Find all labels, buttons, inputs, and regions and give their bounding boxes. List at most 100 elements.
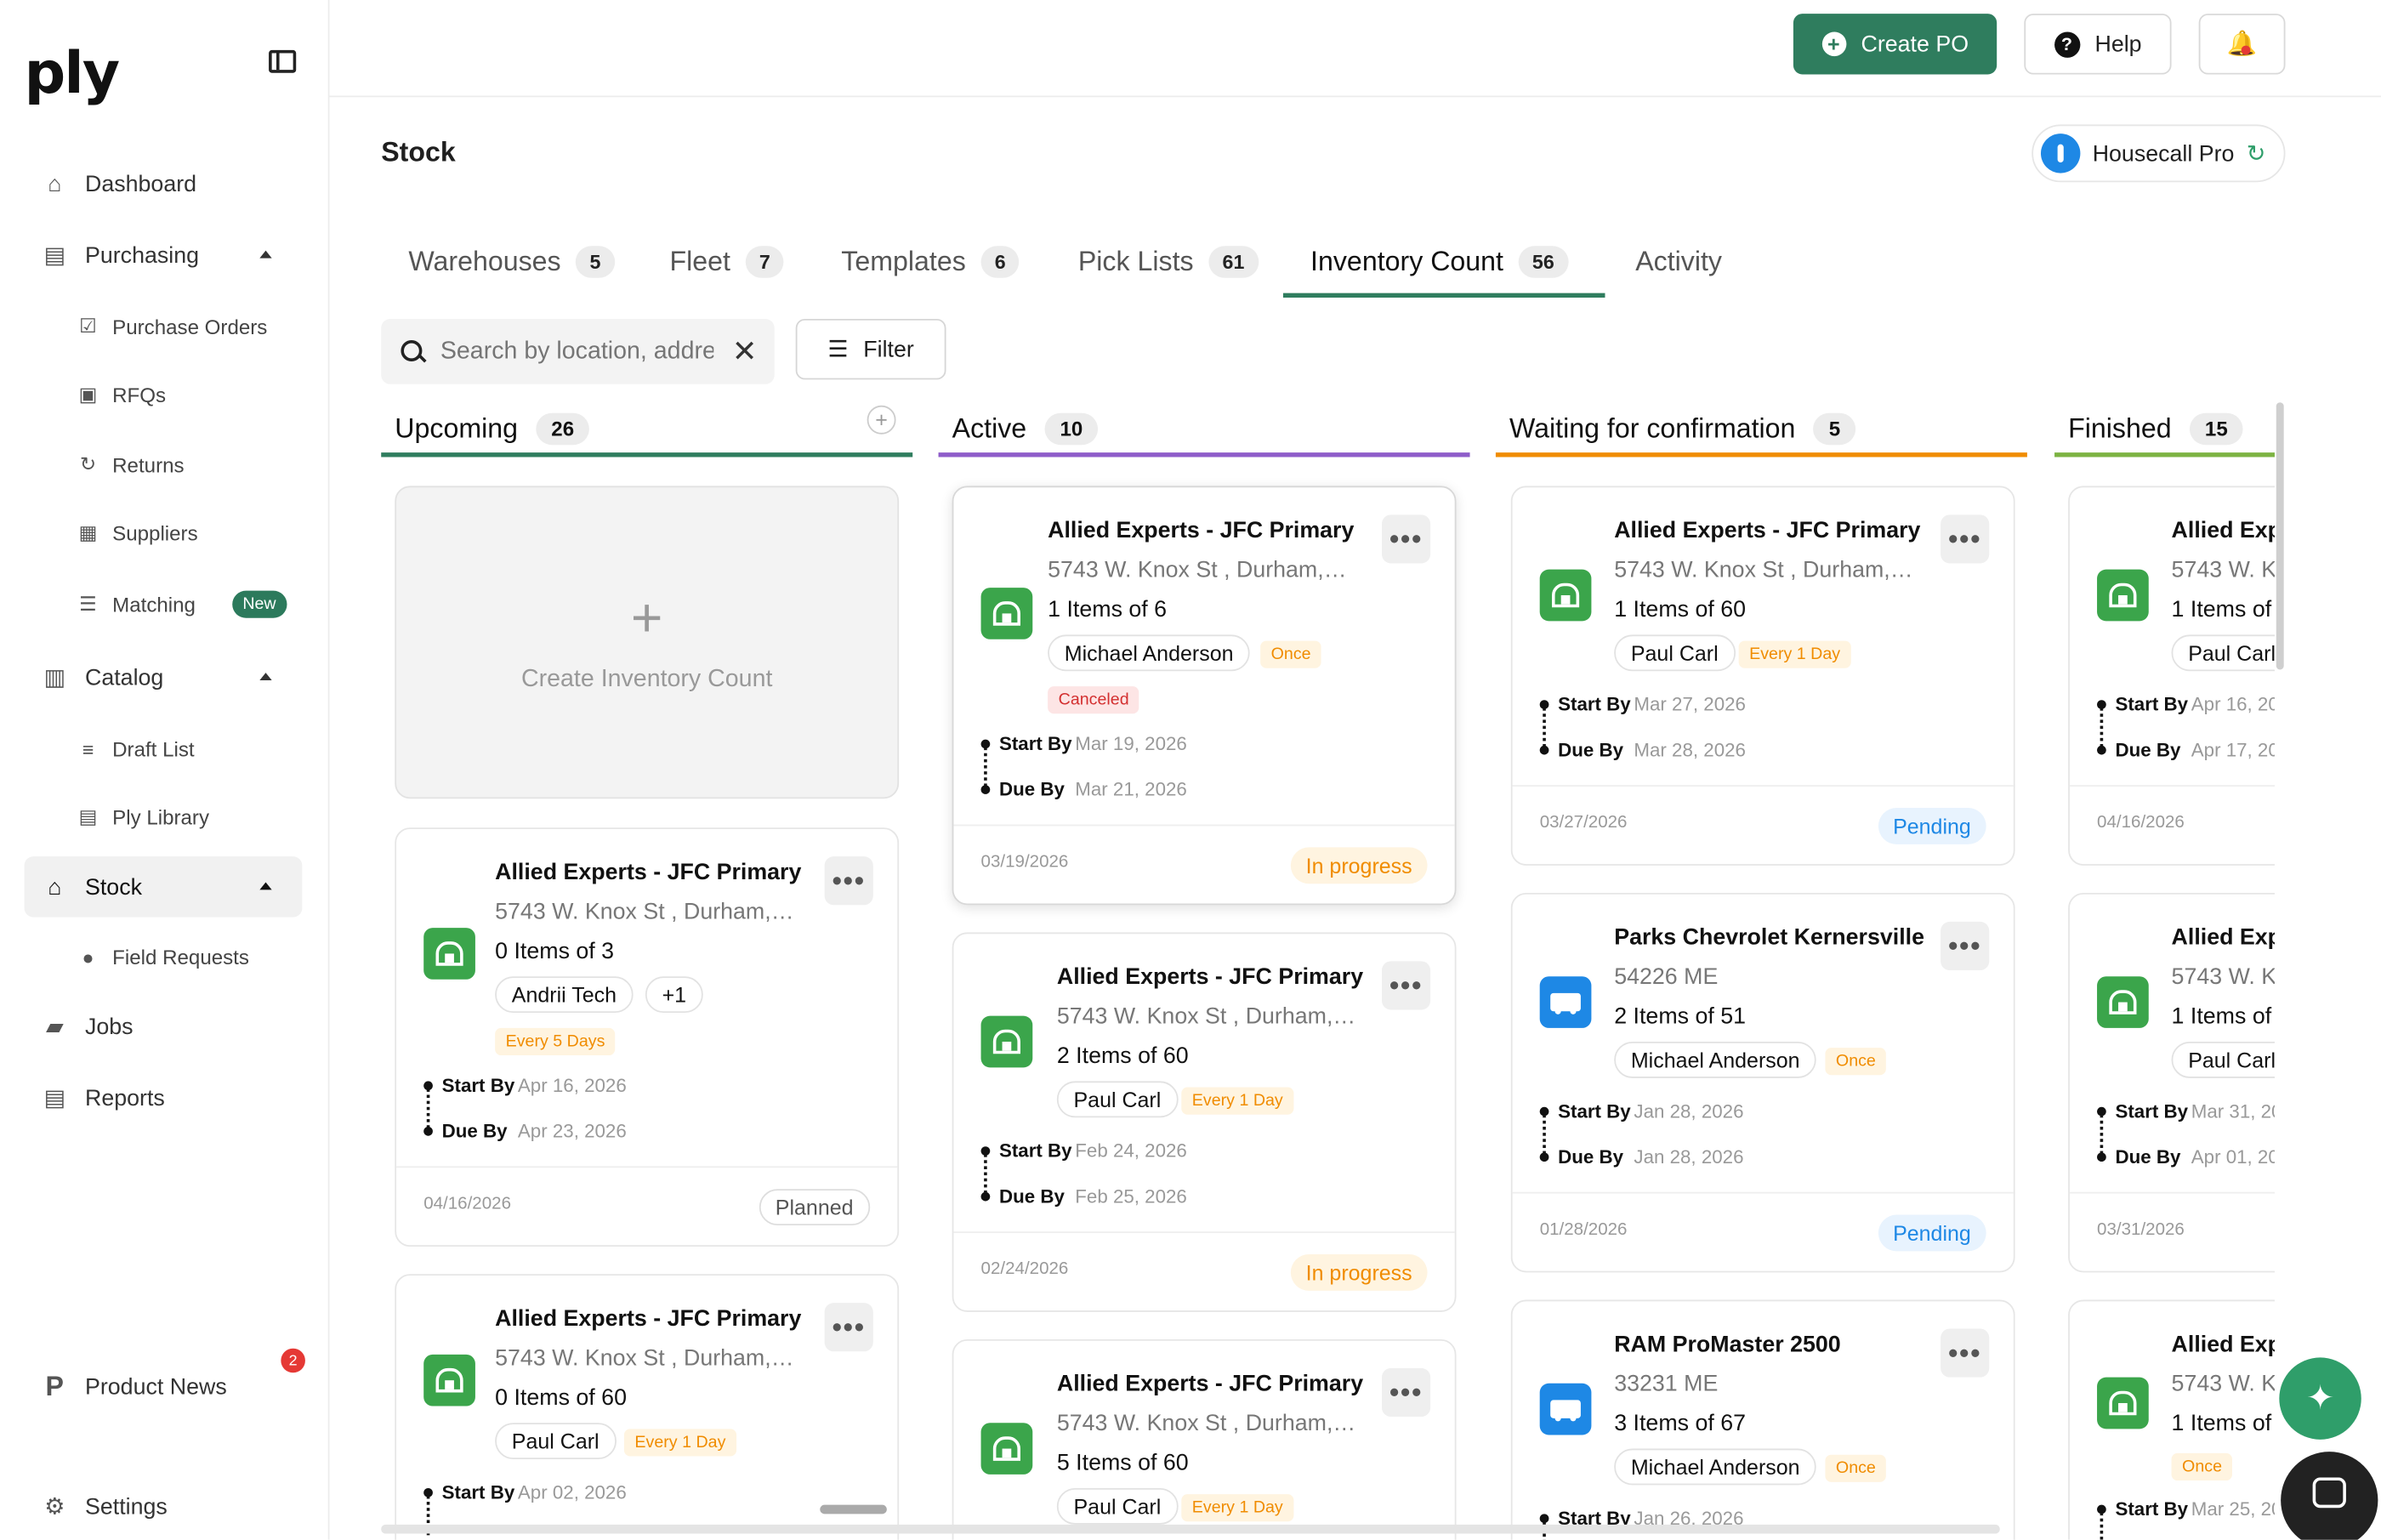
chat-icon: [2312, 1477, 2346, 1509]
sidebar-item-field-requests[interactable]: ● Field Requests: [76, 926, 304, 986]
sidebar-item-returns[interactable]: ↻ Returns: [76, 435, 304, 495]
sidebar-item-ply-library[interactable]: ▤ Ply Library: [76, 787, 304, 847]
briefcase-icon: ▰: [45, 1014, 64, 1041]
frequency-tag: Every 1 Day: [1181, 1494, 1294, 1522]
column-scroll-thumb[interactable]: [820, 1504, 887, 1514]
ai-assistant-button[interactable]: ✦: [2279, 1357, 2361, 1440]
tab-templates[interactable]: Templates 6: [841, 224, 1020, 298]
status-badge: In progress: [1290, 1253, 1428, 1291]
clear-icon[interactable]: ✕: [732, 332, 758, 371]
warehouse-icon: ⌂: [48, 873, 62, 901]
sidebar-item-product-news[interactable]: P Product News: [25, 1356, 303, 1417]
search-input[interactable]: [440, 338, 714, 366]
notification-count-badge: 2: [281, 1348, 305, 1373]
filter-button[interactable]: ☰ Filter: [795, 318, 946, 380]
date-range: Start By Apr 16, 2026 Due By Apr 23, 2026: [423, 1063, 627, 1154]
column-underline: [2054, 452, 2275, 457]
card-footer: 02/24/2026 In progress: [953, 1231, 1455, 1310]
inventory-count-card[interactable]: RAM ProMaster 2500 ••• 33231 ME 3 Items …: [1510, 1299, 2015, 1540]
warehouse-icon: [1539, 569, 1592, 622]
sidebar-item-jobs[interactable]: ▰ Jobs: [25, 996, 303, 1056]
warehouse-icon: [423, 1354, 475, 1406]
add-column-item-icon[interactable]: +: [867, 405, 896, 435]
sidebar-item-settings[interactable]: ⚙ Settings: [25, 1476, 303, 1537]
sidebar-item-matching[interactable]: ☰ Matching New: [76, 574, 304, 634]
catalog-icon: ▥: [43, 665, 65, 691]
sidebar-item-purchase-orders[interactable]: ☑ Purchase Orders: [76, 296, 304, 356]
inventory-count-card[interactable]: Allied Experts - JFC Primary ••• 5743 W.…: [952, 486, 1457, 906]
more-options-button[interactable]: •••: [1941, 921, 1990, 971]
create-po-button[interactable]: + Create PO: [1793, 14, 1997, 75]
inventory-count-card[interactable]: Allied Experts - JFC Primary ••• 5743 W.…: [395, 1274, 900, 1540]
card-footer: 04/16/2026 Planned: [396, 1166, 898, 1245]
ply-p-icon: P: [45, 1370, 64, 1401]
help-button[interactable]: ? Help: [2024, 14, 2172, 75]
assignee-chip: Michael Anderson: [1614, 1041, 1817, 1078]
warehouse-icon: [980, 1015, 1033, 1068]
status-badge: In progress: [1290, 847, 1428, 884]
frequency-tag: Once: [1260, 640, 1322, 668]
status-badge: Pending: [1878, 1214, 1986, 1252]
tabs: Warehouses 5 Fleet 7 Templates 6 Pick Lists…: [381, 224, 1900, 300]
report-icon: ▤: [43, 1085, 65, 1112]
column-header-finished: Finished 15: [2068, 398, 2243, 458]
warehouse-icon: [2097, 976, 2149, 1028]
search-box: ✕: [381, 318, 775, 384]
housecall-pro-logo-icon: [2040, 134, 2081, 173]
more-options-button[interactable]: •••: [1381, 961, 1431, 1010]
clipboard-icon: ▣: [78, 382, 98, 406]
sidebar-item-rfqs[interactable]: ▣ RFQs: [76, 365, 304, 425]
more-options-button[interactable]: •••: [824, 1303, 873, 1352]
notifications-button[interactable]: 🔔: [2198, 14, 2286, 75]
inventory-count-card[interactable]: Allied Experts - JFC Primary ••• 5743 W.…: [952, 1338, 1457, 1540]
more-options-button[interactable]: •••: [1941, 1328, 1990, 1378]
vertical-scrollbar[interactable]: [2276, 402, 2284, 670]
status-badge: Pending: [1878, 807, 1986, 844]
frequency-tag: Once: [2171, 1452, 2233, 1481]
sidebar-item-reports[interactable]: ▤ Reports: [25, 1067, 303, 1128]
more-options-button[interactable]: •••: [1381, 1367, 1431, 1418]
inventory-count-card[interactable]: Allied Experts - JFC Primary ••• 5743 W.…: [952, 932, 1457, 1312]
card-footer: 04/16/2026: [2069, 785, 2275, 864]
sidebar-item-suppliers[interactable]: ▦ Suppliers: [76, 503, 304, 563]
horizontal-scrollbar[interactable]: [381, 1524, 2000, 1534]
assignee-chip: Paul Carl: [2171, 634, 2275, 672]
sidebar-item-dashboard[interactable]: ⌂ Dashboard: [25, 153, 303, 213]
sync-icon[interactable]: ↻: [2247, 139, 2265, 167]
page-title: Stock: [381, 136, 456, 168]
card-footer: 01/28/2026 Pending: [1512, 1191, 2014, 1271]
more-options-button[interactable]: •••: [1381, 514, 1431, 564]
tab-pick-lists[interactable]: Pick Lists 61: [1078, 224, 1259, 298]
sidebar-collapse-icon[interactable]: [269, 49, 297, 73]
app-logo[interactable]: ply: [25, 39, 120, 106]
active-tab-indicator: [1282, 293, 1605, 298]
sparkle-icon: ✦: [2306, 1378, 2335, 1418]
tab-activity[interactable]: Activity: [1635, 224, 1722, 298]
integration-badge[interactable]: Housecall Pro ↻: [2032, 124, 2286, 183]
warehouse-icon: [2097, 1377, 2149, 1429]
tab-warehouses[interactable]: Warehouses 5: [408, 224, 615, 298]
sidebar-item-draft-list[interactable]: ≡ Draft List: [76, 719, 304, 779]
card-footer: 03/31/2026: [2069, 1191, 2275, 1271]
archive-icon: ▤: [78, 804, 98, 828]
sidebar-item-stock[interactable]: ⌂ Stock: [24, 856, 303, 918]
inventory-count-card[interactable]: Allied Exp 5743 W. K 1 Items of Once Sta…: [2068, 1299, 2275, 1540]
inventory-count-card[interactable]: Allied Experts - JFC Primary ••• 5743 W.…: [395, 827, 900, 1247]
sidebar-item-catalog[interactable]: ▥ Catalog: [25, 647, 303, 707]
frequency-tag: Every 1 Day: [1738, 640, 1851, 668]
inventory-count-card[interactable]: Allied Experts - JFC Primary ••• 5743 W.…: [1510, 486, 2015, 866]
inventory-count-card[interactable]: Allied Exp 5743 W. K 1 Items of Paul Car…: [2068, 486, 2275, 866]
sidebar-item-purchasing[interactable]: ▤ Purchasing: [25, 224, 303, 285]
tab-inventory-count[interactable]: Inventory Count 56: [1310, 224, 1568, 298]
tab-fleet[interactable]: Fleet 7: [669, 224, 784, 298]
more-assignees-chip[interactable]: +1: [645, 976, 703, 1014]
chat-support-button[interactable]: [2281, 1452, 2378, 1540]
more-options-button[interactable]: •••: [1941, 514, 1990, 564]
frequency-tag: Every 1 Day: [1181, 1087, 1294, 1115]
document-plus-icon: ▤: [43, 242, 65, 270]
create-inventory-count-card[interactable]: + Create Inventory Count: [395, 486, 900, 799]
inventory-count-card[interactable]: Allied Exp 5743 W. K 1 Items of Paul Car…: [2068, 892, 2275, 1273]
status-badge: Planned: [759, 1189, 871, 1226]
more-options-button[interactable]: •••: [824, 856, 873, 906]
inventory-count-card[interactable]: Parks Chevrolet Kernersville ••• 54226 M…: [1510, 892, 2015, 1273]
